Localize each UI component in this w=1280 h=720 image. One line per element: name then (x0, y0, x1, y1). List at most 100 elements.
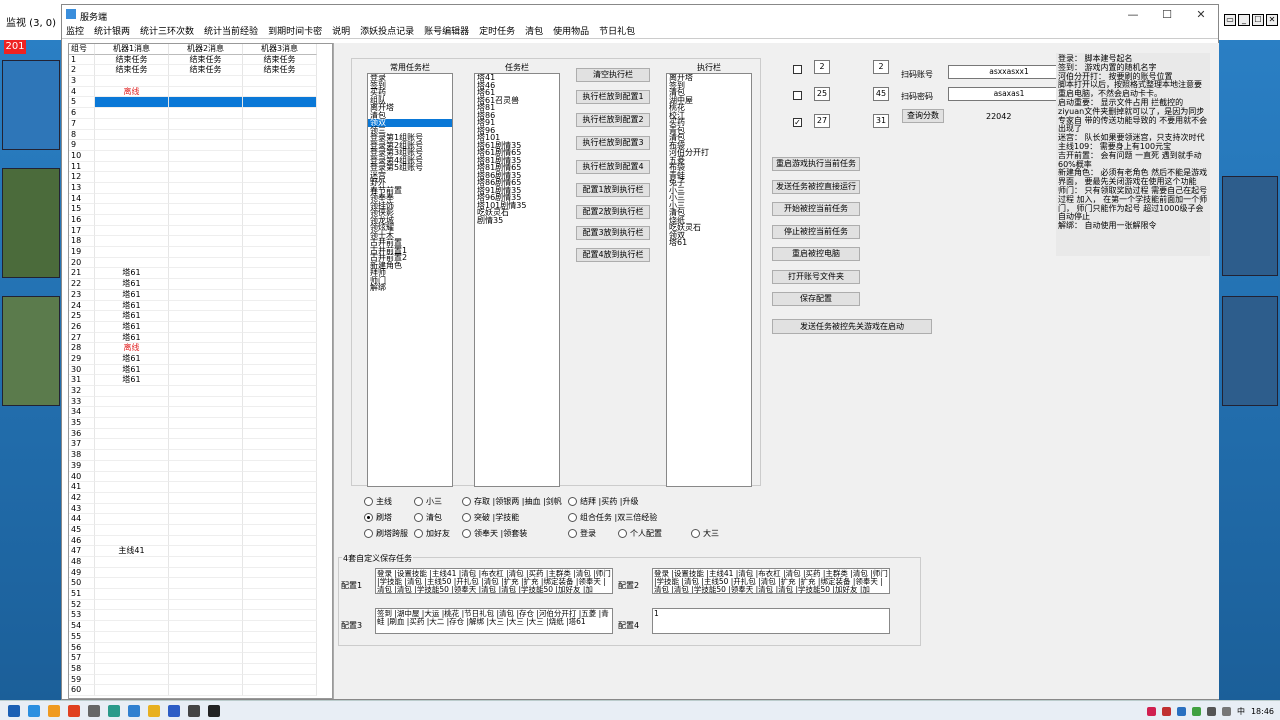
minimize-icon[interactable]: — (1116, 5, 1150, 25)
outer-close-icon[interactable]: ✕ (1266, 14, 1278, 26)
table-row[interactable]: 32 (69, 386, 332, 397)
counter-a-input[interactable]: 2 (814, 60, 830, 74)
radio-dot[interactable] (462, 529, 471, 538)
control-button[interactable]: 停止被控当前任务 (772, 225, 860, 239)
taskbar-app-icon[interactable] (208, 704, 220, 717)
table-row[interactable]: 27 塔61 (69, 332, 332, 344)
close-icon[interactable]: ✕ (1184, 5, 1218, 25)
table-row[interactable]: 22 塔61 (69, 279, 332, 290)
mode-radio[interactable]: 领奉天 |领套装 (462, 528, 527, 539)
tray-icon[interactable] (1161, 706, 1171, 716)
table-row[interactable]: 47 主线41 (69, 546, 332, 557)
counter-a-input[interactable]: 27 (814, 114, 830, 128)
table-row[interactable]: 44 (69, 514, 332, 525)
table-row[interactable]: 9 (69, 140, 332, 151)
menu-item[interactable]: 监控 (62, 25, 89, 38)
table-row[interactable]: 42 (69, 492, 332, 504)
table-row[interactable]: 14 (69, 193, 332, 205)
table-row[interactable]: 16 (69, 215, 332, 226)
table-row[interactable]: 59 (69, 674, 332, 686)
table-row[interactable]: 11 (69, 161, 332, 173)
table-row[interactable]: 7 (69, 118, 332, 130)
table-row[interactable]: 37 (69, 439, 332, 451)
control-button[interactable]: 保存配置 (772, 292, 860, 306)
table-row[interactable]: 39 (69, 460, 332, 472)
move-config-button[interactable]: 配置4放到执行栏 (576, 248, 650, 262)
outer-maximize-icon[interactable]: ☐ (1252, 14, 1264, 26)
table-row[interactable]: 54 (69, 621, 332, 632)
monitor-grid[interactable]: 组号 机器1消息 机器2消息 机器3消息 1 结束任务 结束任务 结束任务 2 结束任务结… (68, 43, 333, 699)
table-row[interactable]: 25 塔61 (69, 311, 332, 322)
counter-a-input[interactable]: 25 (814, 87, 830, 101)
control-button[interactable]: 重启游戏执行当前任务 (772, 157, 860, 171)
menu-item[interactable]: 清包 (520, 25, 548, 38)
tray-icon[interactable] (1176, 706, 1186, 716)
counter-checkbox[interactable] (793, 91, 802, 100)
mode-radio[interactable]: 加好友 (414, 528, 450, 539)
outer-restore-icon[interactable]: ▭ (1224, 14, 1236, 26)
table-row[interactable]: 60 (69, 685, 332, 696)
taskbar-app-icon[interactable] (48, 704, 60, 717)
table-row[interactable]: 58 (69, 663, 332, 675)
common-task-list[interactable]: 登录 签到 买药 组队 离开塔 清包 领双 领三 登录第1组账号 登录第2组账号 登录第3组账号 登录… (367, 73, 453, 487)
table-row[interactable]: 40 (69, 471, 332, 483)
table-row[interactable]: 3 (69, 76, 332, 87)
clock[interactable]: 18:46 (1251, 707, 1274, 716)
taskbar-app-icon[interactable] (88, 704, 100, 717)
tray-icon[interactable] (1206, 706, 1216, 716)
mode-radio[interactable]: 存取 |领银两 |抽血 |剑帆 (462, 496, 562, 507)
tray-icon[interactable] (1191, 706, 1201, 716)
table-row[interactable]: 33 (69, 396, 332, 408)
mode-radio[interactable]: 突破 |学技能 (462, 512, 519, 523)
table-row[interactable]: 2 结束任务 结束任务 结束任务 (69, 65, 332, 77)
config1-box[interactable]: 登录 |设置技能 |主线41 |清包 |布衣杠 |清包 |买药 |主群类 |清包… (375, 568, 613, 594)
radio-dot[interactable] (364, 497, 373, 506)
table-row[interactable]: 28 离线 (69, 343, 332, 354)
taskbar-app-icon[interactable] (28, 704, 40, 717)
menu-item[interactable]: 统计银两 (89, 25, 135, 38)
control-button[interactable]: 重启被控电脑 (772, 247, 860, 261)
mode-radio[interactable]: 大三 (691, 528, 719, 539)
mode-radio[interactable]: 结拜 |买药 |升级 (568, 496, 638, 507)
control-button[interactable]: 开始被控当前任务 (772, 202, 860, 216)
radio-dot[interactable] (364, 529, 373, 538)
table-row[interactable]: 30 塔61 (69, 364, 332, 376)
table-row[interactable]: 31 塔61 (69, 375, 332, 386)
move-config-button[interactable]: 清空执行栏 (576, 68, 650, 82)
taskbar-app-icon[interactable] (108, 704, 120, 717)
move-config-button[interactable]: 配置1放到执行栏 (576, 183, 650, 197)
list-item[interactable]: 塔61 (667, 239, 751, 247)
table-row[interactable]: 21 塔61 (69, 268, 332, 280)
desktop-thumbnail[interactable] (1222, 296, 1278, 406)
counter-b-input[interactable]: 2 (873, 60, 889, 74)
table-row[interactable]: 35 (69, 418, 332, 429)
scan-password-input[interactable]: asaxas1 (948, 87, 1070, 101)
radio-dot[interactable] (568, 529, 577, 538)
table-row[interactable]: 12 (69, 172, 332, 183)
table-row[interactable]: 53 (69, 610, 332, 622)
list-item[interactable]: 解绑 (368, 284, 452, 292)
table-row[interactable]: 18 (69, 236, 332, 248)
speaker-icon[interactable] (1221, 706, 1231, 716)
mode-radio[interactable]: 刷塔 (364, 512, 392, 523)
table-row[interactable]: 8 (69, 129, 332, 141)
table-row[interactable]: 38 (69, 450, 332, 461)
table-row[interactable]: 1 结束任务 结束任务 结束任务 (69, 54, 332, 66)
desktop-thumbnail[interactable] (2, 168, 60, 278)
radio-dot[interactable] (462, 513, 471, 522)
table-row[interactable]: 6 (69, 108, 332, 119)
query-score-button[interactable]: 查询分数 (902, 109, 944, 123)
taskbar-app-icon[interactable] (188, 704, 200, 717)
tray-icon[interactable] (1146, 706, 1156, 716)
mode-radio[interactable]: 主线 (364, 496, 392, 507)
table-row[interactable]: 46 (69, 535, 332, 547)
taskbar-app-icon[interactable] (148, 704, 160, 717)
menu-item[interactable]: 统计当前经验 (199, 25, 263, 38)
menu-item[interactable]: 账号编辑器 (419, 25, 474, 38)
table-row[interactable]: 10 (69, 150, 332, 162)
table-row[interactable]: 15 (69, 204, 332, 215)
table-row[interactable]: 52 (69, 599, 332, 611)
taskbar-app-icon[interactable] (128, 704, 140, 717)
radio-dot[interactable] (691, 529, 700, 538)
mode-radio[interactable]: 刷塔跨服 (364, 528, 408, 539)
